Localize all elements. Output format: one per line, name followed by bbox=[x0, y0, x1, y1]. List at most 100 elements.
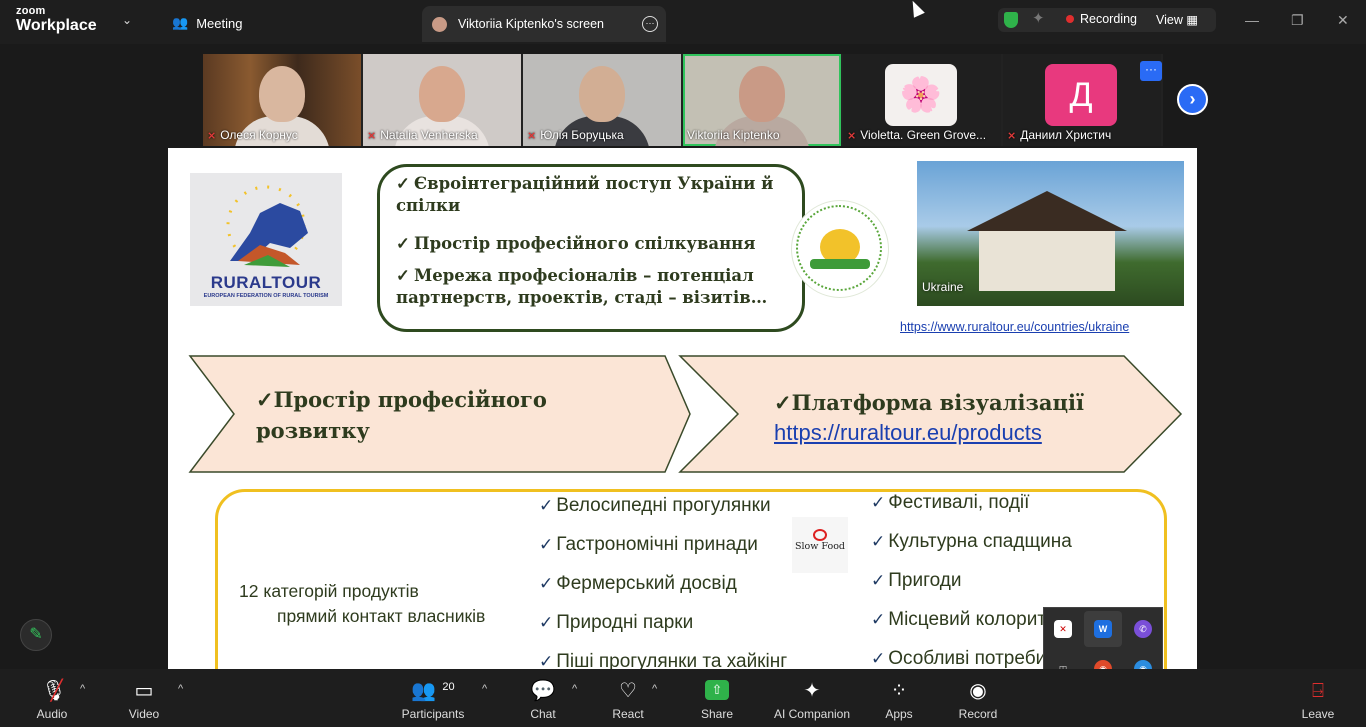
mic-muted-icon: ⨯ bbox=[367, 129, 377, 142]
participant-tile[interactable]: ⨯ Юлія Боруцька bbox=[523, 54, 681, 146]
participant-tile-active[interactable]: Viktoriia Kiptenko bbox=[683, 54, 841, 146]
leave-button[interactable]: ⍈ Leave bbox=[1296, 669, 1340, 727]
product-item: ✓ Фестивалі, події bbox=[871, 492, 1030, 513]
react-button[interactable]: ♡ React bbox=[606, 669, 650, 727]
logo-line1: zoom bbox=[16, 5, 46, 17]
chevron-down-icon[interactable]: ⌄ bbox=[122, 13, 132, 27]
participant-name: ⨯ Даниил Христич bbox=[1007, 128, 1112, 142]
check-icon: ✓ bbox=[871, 610, 886, 630]
maximize-icon[interactable]: ❐ bbox=[1291, 12, 1304, 29]
video-gallery-strip: ⨯ Олеся Корнус ⨯ Natalia Venherska ⨯ Юлія Б… bbox=[203, 54, 1163, 146]
leave-label: Leave bbox=[1301, 707, 1335, 721]
video-label: Video bbox=[128, 707, 160, 721]
person-face bbox=[579, 66, 625, 122]
chat-bubble-icon: 💬 bbox=[530, 680, 556, 702]
product-item: ✓ Культурна спадщина bbox=[871, 531, 1072, 552]
waves-app-icon[interactable]: W bbox=[1094, 620, 1112, 638]
more-options-icon[interactable]: ··· bbox=[642, 16, 658, 32]
record-button[interactable]: ◉ Record bbox=[954, 669, 1002, 727]
check-icon: ✓ bbox=[539, 613, 554, 633]
product-item: ✓ Природні парки bbox=[539, 612, 694, 633]
products-column-1: ✓ Велосипедні прогулянки ✓ Гастрономічні п… bbox=[539, 495, 787, 669]
check-icon: ✓ bbox=[539, 652, 554, 669]
ai-sparkle-icon[interactable]: ✦ bbox=[1032, 9, 1045, 27]
arrow1-line2: розвитку bbox=[256, 418, 370, 443]
video-options-caret-icon[interactable]: ^ bbox=[178, 683, 183, 695]
share-screen-icon: ⇧ bbox=[694, 669, 740, 703]
security-shield-icon[interactable] bbox=[1004, 12, 1018, 28]
share-button[interactable]: ⇧ Share bbox=[694, 669, 740, 727]
product-item: ✓ Місцевий колорит bbox=[871, 609, 1047, 630]
mic-muted-icon: 🎙 ╱ bbox=[41, 680, 67, 702]
record-label: Record bbox=[958, 707, 998, 721]
check-icon: ✓ bbox=[539, 496, 554, 516]
person-face bbox=[259, 66, 305, 122]
zoom-logo[interactable]: zoom Workplace bbox=[16, 6, 97, 34]
mic-muted-icon: ⨯ bbox=[527, 129, 537, 142]
minimize-icon[interactable]: — bbox=[1245, 12, 1259, 28]
apps-grid-icon: ⁘ bbox=[890, 680, 908, 702]
slow-food-label: Slow Food bbox=[794, 541, 845, 552]
audio-button[interactable]: 🎙 ╱ Audio bbox=[26, 669, 78, 727]
viber-app-icon[interactable]: ✆ bbox=[1134, 620, 1152, 638]
product-item: ✓ Гастрономічні принади bbox=[539, 534, 758, 555]
participant-name: ⨯ Natalia Venherska bbox=[367, 128, 478, 142]
close-icon[interactable]: ✕ bbox=[1337, 12, 1349, 29]
recording-indicator[interactable]: Recording bbox=[1066, 12, 1137, 26]
presenter-avatar bbox=[432, 17, 447, 32]
view-button[interactable]: View ▦ bbox=[1156, 12, 1198, 27]
products-link[interactable]: https://ruraltour.eu/products bbox=[774, 418, 1084, 448]
annotate-pencil-icon[interactable]: ✎ bbox=[20, 619, 52, 651]
gallery-more-icon[interactable]: ··· bbox=[1140, 61, 1162, 81]
ai-sparkle-icon: ✦ bbox=[803, 680, 821, 702]
participant-name: Viktoriia Kiptenko bbox=[687, 128, 780, 142]
participant-tile[interactable]: 🌸 ⨯ Violetta. Green Grove... bbox=[843, 54, 1001, 146]
chat-label: Chat bbox=[530, 707, 556, 721]
participant-tile[interactable]: ⨯ Natalia Venherska bbox=[363, 54, 521, 146]
participants-caret-icon[interactable]: ^ bbox=[482, 683, 487, 695]
audio-options-caret-icon[interactable]: ^ bbox=[80, 683, 85, 695]
record-icon: ◉ bbox=[969, 680, 987, 702]
product-item: ✓ Пригоди bbox=[871, 570, 962, 591]
recording-dot-icon bbox=[1066, 15, 1074, 23]
apps-button[interactable]: ⁘ Apps bbox=[878, 669, 920, 727]
product-item: ✓ Особливі потреби bbox=[871, 648, 1047, 669]
arrow1-line1: ✓Простір професійного bbox=[256, 387, 547, 412]
video-camera-icon: ▭ bbox=[134, 680, 154, 702]
participants-label: Participants bbox=[401, 707, 465, 721]
participant-tile[interactable]: Д ⨯ Даниил Христич bbox=[1003, 54, 1161, 146]
react-caret-icon[interactable]: ^ bbox=[652, 683, 657, 695]
recording-label: Recording bbox=[1080, 12, 1137, 26]
letter-avatar: Д bbox=[1045, 64, 1117, 126]
check-icon: ✓ bbox=[871, 649, 886, 669]
participant-tile[interactable]: ⨯ Олеся Корнус bbox=[203, 54, 361, 146]
share-label: Share bbox=[700, 707, 734, 721]
product-item: ✓ Піші прогулянки та хайкінг bbox=[539, 651, 787, 669]
check-icon: ✓ bbox=[871, 532, 886, 552]
person-face bbox=[419, 66, 465, 122]
arrow2-title: ✓Платформа візуалізації bbox=[774, 390, 1084, 415]
meeting-toolbar: 🎙 ╱ Audio ^ ▭ Video ^ 👥 20 Participants ^ … bbox=[0, 669, 1366, 727]
product-item: ✓ Фермерський досвід bbox=[539, 573, 737, 594]
share-screen-tab[interactable]: Viktoriia Kiptenko's screen ··· bbox=[422, 6, 666, 42]
chat-button[interactable]: 💬 Chat bbox=[522, 669, 564, 727]
meeting-menu[interactable]: 👥 Meeting bbox=[172, 15, 242, 31]
participant-name: ⨯ Violetta. Green Grove... bbox=[847, 128, 987, 142]
next-page-icon[interactable]: › bbox=[1177, 84, 1208, 115]
mouse-cursor-icon bbox=[907, 0, 925, 18]
products-summary: 12 категорій продуктів прямий контакт вл… bbox=[239, 579, 485, 629]
check-icon: ✓ bbox=[871, 571, 886, 591]
heart-icon: ♡ bbox=[619, 680, 637, 702]
participants-button[interactable]: 👥 20 Participants bbox=[398, 669, 468, 727]
video-button[interactable]: ▭ Video bbox=[118, 669, 170, 727]
people-icon: 👥 bbox=[172, 15, 189, 30]
security-app-icon[interactable]: ✕ bbox=[1054, 620, 1072, 638]
react-label: React bbox=[612, 707, 644, 721]
participant-name: ⨯ Олеся Корнус bbox=[207, 128, 298, 142]
participants-icon: 👥 20 bbox=[411, 680, 455, 702]
mic-muted-icon: ⨯ bbox=[207, 129, 217, 142]
ai-companion-button[interactable]: ✦ AI Companion bbox=[768, 669, 856, 727]
ai-companion-label: AI Companion bbox=[773, 707, 851, 721]
chat-caret-icon[interactable]: ^ bbox=[572, 683, 577, 695]
product-item: ✓ Велосипедні прогулянки bbox=[539, 495, 771, 516]
